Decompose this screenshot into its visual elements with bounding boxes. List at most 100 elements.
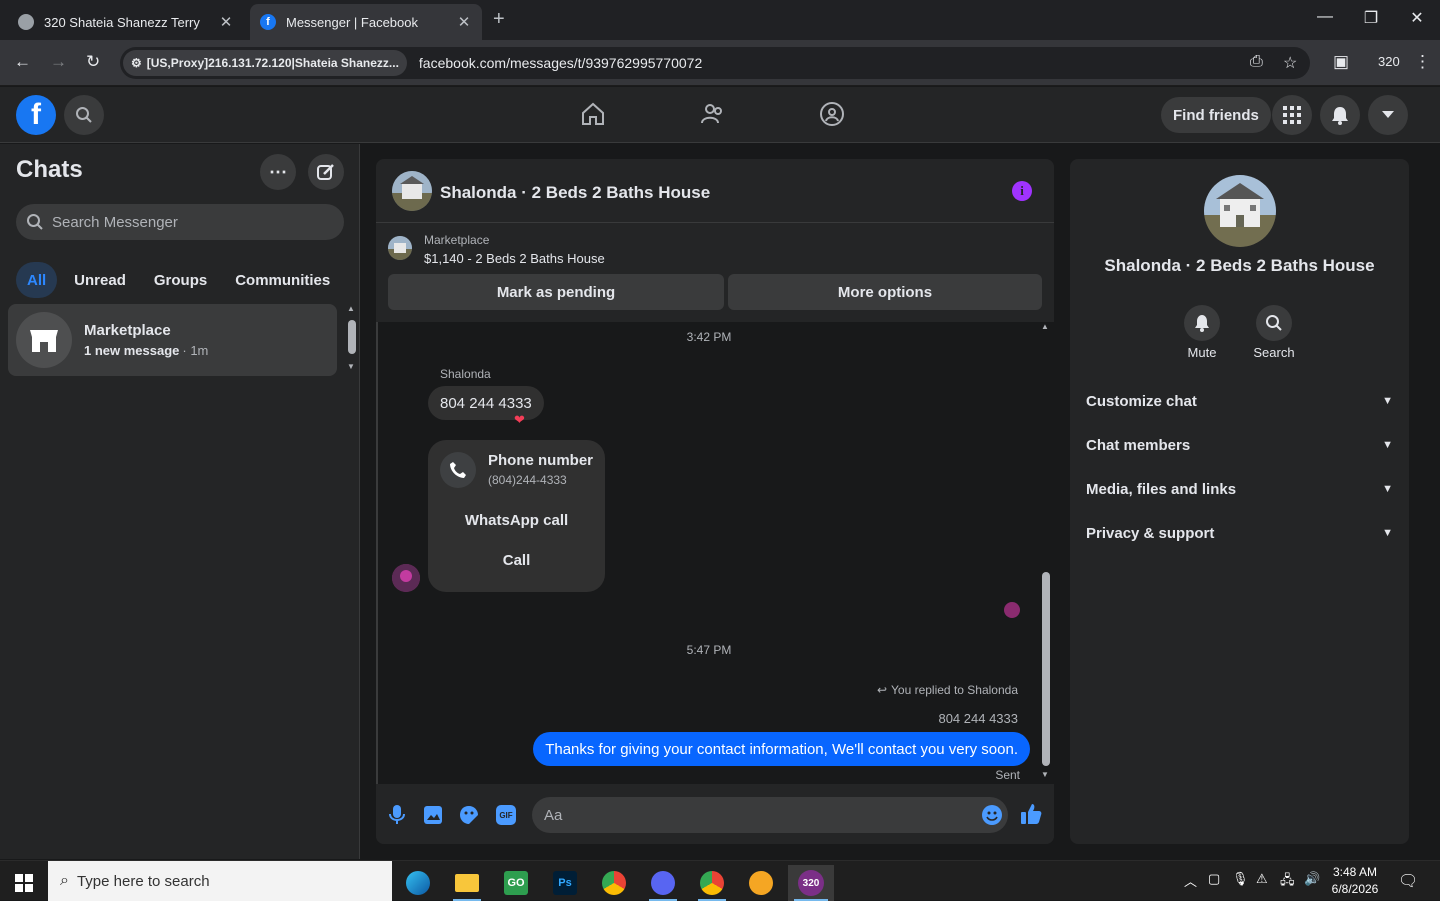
customize-chat-row[interactable]: Customize chat ▼ <box>1086 389 1393 413</box>
account-dropdown-icon[interactable] <box>1368 95 1408 135</box>
reply-note: You replied to Shalonda <box>891 683 1018 697</box>
show-hidden-icons[interactable]: ︿ <box>1184 871 1197 890</box>
reload-icon[interactable]: ↻ <box>86 52 100 72</box>
timestamp: 3:42 PM <box>686 330 732 344</box>
heart-reaction-icon[interactable]: ❤ <box>514 412 525 428</box>
microphone-icon[interactable] <box>388 805 406 830</box>
filter-communities[interactable]: Communities <box>224 262 341 298</box>
bookmark-star-icon[interactable]: ☆ <box>1283 53 1297 73</box>
message-input[interactable]: Aa <box>532 797 1008 833</box>
sent-status: Sent <box>995 768 1020 782</box>
taskbar-search-input[interactable]: ⌕ Type here to search <box>48 861 392 901</box>
details-search-icon[interactable] <box>1256 305 1292 341</box>
notifications-bell-icon[interactable] <box>1320 95 1360 135</box>
reply-arrow-icon: ↩ <box>876 683 887 697</box>
quoted-message[interactable]: 804 244 4333 <box>938 711 1018 726</box>
volume-icon[interactable]: 🔊 <box>1304 871 1320 887</box>
sender-avatar[interactable] <box>392 564 420 592</box>
outgoing-message-bubble[interactable]: Thanks for giving your contact informati… <box>533 732 1030 766</box>
windows-taskbar: ⌕ Type here to search GO Ps 320 ︿ ▢ 🎙 ⚠ … <box>0 860 1440 901</box>
browser-toolbar: ← → ↻ ⚙ [US,Proxy]216.131.72.120|Shateia… <box>0 40 1440 86</box>
profile-320-icon[interactable]: 320 <box>788 865 834 901</box>
marketplace-label: Marketplace <box>424 233 490 247</box>
listing-title[interactable]: $1,140 - 2 Beds 2 Baths House <box>424 251 605 266</box>
search-messenger-input[interactable]: Search Messenger <box>16 204 344 240</box>
chat-filters: All Unread Groups Communities <box>16 262 341 298</box>
chrome-profile-icon[interactable] <box>692 865 732 901</box>
menu-grid-icon[interactable] <box>1272 95 1312 135</box>
mute-bell-icon[interactable] <box>1184 305 1220 341</box>
thumbs-up-icon[interactable] <box>1020 803 1042 830</box>
fb-search-icon[interactable] <box>64 95 104 135</box>
close-window-button[interactable]: ✕ <box>1402 8 1432 28</box>
side-panel-icon[interactable]: ▣ <box>1333 52 1349 72</box>
browser-menu-icon[interactable]: ⋮ <box>1414 52 1431 72</box>
profile-label[interactable]: 320 <box>1378 54 1400 69</box>
forward-icon[interactable]: → <box>50 52 67 72</box>
mark-as-pending-button[interactable]: Mark as pending <box>388 274 724 310</box>
minimize-button[interactable]: — <box>1310 8 1340 26</box>
conversation-header: Shalonda · 2 Beds 2 Baths House i <box>376 159 1054 223</box>
more-options-button[interactable]: More options <box>728 274 1042 310</box>
phone-number-card: Phone number (804)244-4333 WhatsApp call… <box>428 440 605 592</box>
listing-avatar[interactable] <box>392 171 432 211</box>
groups-icon[interactable] <box>819 101 845 132</box>
site-info-chip[interactable]: ⚙ [US,Proxy]216.131.72.120|Shateia Shane… <box>123 50 407 76</box>
photoshop-icon[interactable]: Ps <box>545 865 585 901</box>
edge-icon[interactable] <box>398 865 438 901</box>
filter-unread[interactable]: Unread <box>63 262 137 298</box>
chrome-icon[interactable] <box>594 865 634 901</box>
home-icon[interactable] <box>580 101 606 132</box>
mute-label[interactable]: Mute <box>1172 345 1232 360</box>
sidebar-scrollbar[interactable]: ▲ ▼ <box>344 304 360 376</box>
address-bar[interactable]: ⚙ [US,Proxy]216.131.72.120|Shateia Shane… <box>120 47 1310 79</box>
privacy-support-row[interactable]: Privacy & support ▼ <box>1086 521 1393 545</box>
close-tab-icon[interactable]: ✕ <box>456 13 472 31</box>
friends-icon[interactable] <box>700 101 726 132</box>
chat-members-row[interactable]: Chat members ▼ <box>1086 433 1393 457</box>
emoji-icon[interactable] <box>982 805 1002 825</box>
discord-icon[interactable] <box>643 865 683 901</box>
find-friends-button[interactable]: Find friends <box>1161 97 1271 133</box>
network-warning-icon[interactable]: ⚠ <box>1256 871 1268 887</box>
system-clock[interactable]: 3:48 AM 6/8/2026 <box>1330 864 1380 898</box>
whatsapp-call-button[interactable]: WhatsApp call <box>440 504 593 536</box>
tab-320-profile[interactable]: 320 Shateia Shanezz Terry ✕ <box>8 4 244 40</box>
gif-icon[interactable]: GIF <box>496 805 516 825</box>
search-icon: ⌕ <box>60 872 69 889</box>
tray-app-icon[interactable]: ▢ <box>1208 871 1220 887</box>
info-icon[interactable]: i <box>1012 181 1032 201</box>
url-text[interactable]: facebook.com/messages/t/939762995770072 <box>419 55 702 71</box>
close-tab-icon[interactable]: ✕ <box>218 13 234 31</box>
file-explorer-icon[interactable] <box>447 865 487 901</box>
go-app-icon[interactable]: GO <box>496 865 536 901</box>
search-label[interactable]: Search <box>1244 345 1304 360</box>
filter-all[interactable]: All <box>16 262 58 298</box>
facebook-favicon-icon: f <box>260 14 276 30</box>
message-scrollbar[interactable]: ▲ ▼ <box>1038 322 1054 784</box>
facebook-logo-icon[interactable]: f <box>16 95 56 135</box>
details-title: Shalonda · 2 Beds 2 Baths House <box>1104 256 1375 275</box>
filter-groups[interactable]: Groups <box>143 262 218 298</box>
sticker-icon[interactable] <box>459 805 479 830</box>
install-app-icon[interactable]: ⎙ <box>1250 53 1263 71</box>
notification-center-icon[interactable]: 🗨 <box>1398 871 1418 891</box>
call-button[interactable]: Call <box>440 544 593 576</box>
media-files-links-row[interactable]: Media, files and links ▼ <box>1086 477 1393 501</box>
chat-list-item[interactable]: Marketplace 1 new message · 1m <box>8 304 337 376</box>
restore-button[interactable]: ❐ <box>1356 8 1386 28</box>
proxy-app-icon[interactable] <box>741 865 781 901</box>
new-message-icon[interactable] <box>308 154 344 190</box>
photo-icon[interactable] <box>424 805 442 830</box>
back-icon[interactable]: ← <box>14 52 31 72</box>
network-icon[interactable]: 🖧 <box>1280 871 1295 893</box>
windows-start-icon[interactable] <box>4 865 44 901</box>
microphone-tray-icon[interactable]: 🎙 <box>1232 871 1249 887</box>
new-tab-button[interactable]: + <box>493 8 505 31</box>
details-avatar[interactable] <box>1204 175 1276 247</box>
more-options-icon[interactable]: ⋯ <box>260 154 296 190</box>
chat-details-panel: Shalonda · 2 Beds 2 Baths House Mute Sea… <box>1070 159 1409 844</box>
tab-messenger[interactable]: f Messenger | Facebook ✕ <box>250 4 482 40</box>
conversation-title[interactable]: Shalonda · 2 Beds 2 Baths House <box>440 183 710 203</box>
incoming-message-bubble[interactable]: 804 244 4333 <box>428 386 544 420</box>
